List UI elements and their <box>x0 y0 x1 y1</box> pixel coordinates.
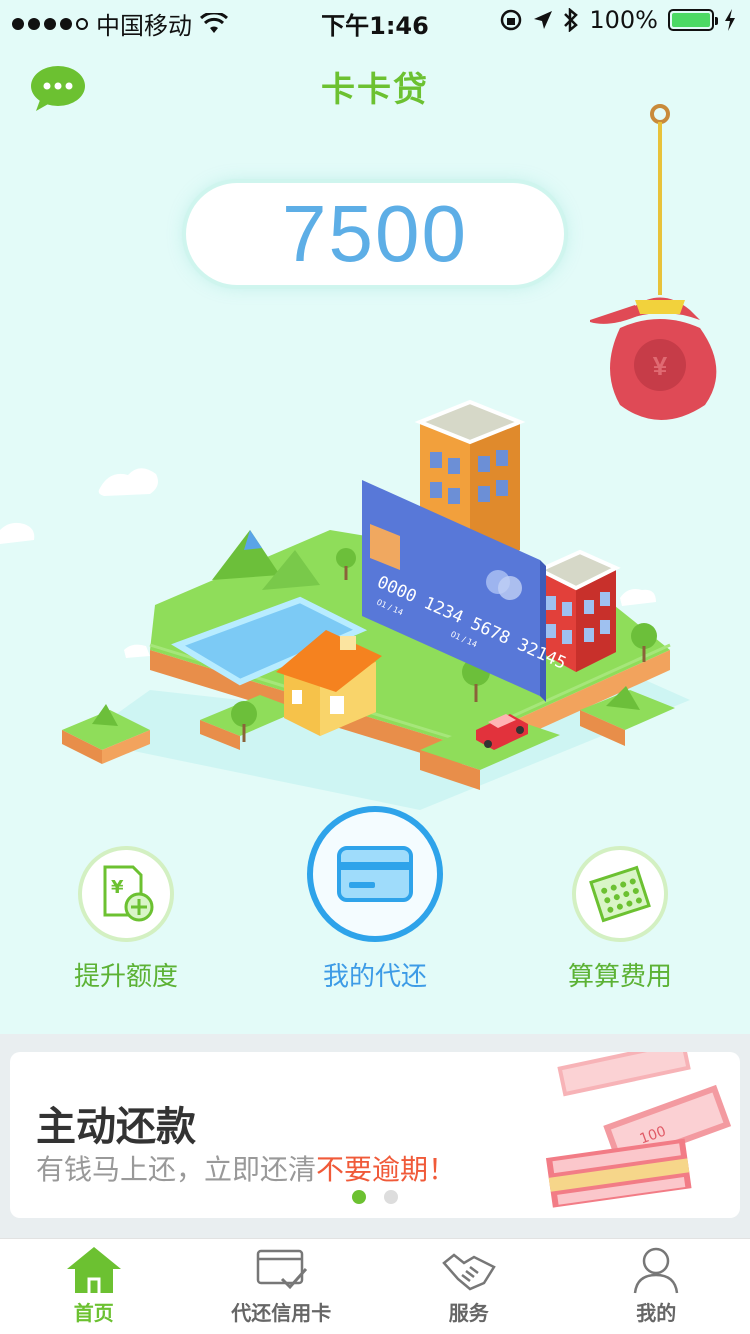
tab-repay-card[interactable]: 代还信用卡 <box>188 1239 376 1334</box>
my-repayment-button[interactable]: 我的代还 <box>275 806 475 993</box>
charging-icon <box>725 9 735 31</box>
fee-calculator-label: 算算费用 <box>567 962 672 992</box>
cloud-icon <box>98 468 158 496</box>
pagination-dot-active[interactable] <box>352 1190 366 1204</box>
handshake-icon <box>441 1253 496 1291</box>
card-check-icon <box>257 1249 308 1290</box>
location-arrow-icon <box>534 11 553 29</box>
home-icon <box>66 1247 121 1293</box>
raise-limit-icon-wrap: ¥ <box>78 846 174 942</box>
battery-icon <box>668 9 718 31</box>
credit-amount: 7500 <box>282 189 468 278</box>
pagination-dot[interactable] <box>384 1190 398 1204</box>
credit-card-icon <box>337 846 413 902</box>
cloud-icon <box>620 589 656 606</box>
person-icon <box>634 1247 679 1294</box>
banner-title: 主动还款 <box>36 1104 196 1150</box>
bluetooth-icon <box>564 8 579 32</box>
fee-calculator-icon-wrap <box>572 846 668 942</box>
banner-subtitle: 有钱马上还，立即还清不要逾期！ <box>36 1148 456 1188</box>
banner-pagination <box>0 1190 750 1204</box>
my-repayment-icon-wrap <box>307 806 443 942</box>
battery-percent: 100% <box>589 6 658 34</box>
city-card-illustration: 0000 1234 5678 32145 01 / 14 01 / 14 <box>0 399 690 810</box>
cloud-icon <box>0 522 35 544</box>
tab-service-label: 服务 <box>448 1301 489 1325</box>
cloud-icon <box>124 644 150 658</box>
orientation-lock-icon <box>501 9 522 31</box>
banner-subtitle-plain: 有钱马上还，立即还清 <box>36 1153 317 1186</box>
lucky-bag-icon[interactable]: ¥ <box>580 100 740 430</box>
fee-calculator-button[interactable]: 算算费用 <box>520 846 720 993</box>
status-bar: 中国移动 下午1:46 100% <box>0 0 750 40</box>
banner-subtitle-highlight: 不要逾期！ <box>316 1153 457 1186</box>
tab-mine-label: 我的 <box>636 1301 677 1325</box>
tab-service[interactable]: 服务 <box>375 1239 563 1334</box>
tab-home-label: 首页 <box>73 1301 114 1325</box>
bottom-tab-bar: 首页 代还信用卡 服务 我的 <box>0 1238 750 1334</box>
raise-limit-button[interactable]: ¥ 提升额度 <box>26 846 226 993</box>
svg-text:¥: ¥ <box>111 877 124 898</box>
calculator-icon <box>589 865 651 923</box>
credit-amount-display: 7500 <box>186 183 564 285</box>
tab-home[interactable]: 首页 <box>0 1239 188 1334</box>
svg-text:¥: ¥ <box>653 351 668 381</box>
tab-mine[interactable]: 我的 <box>563 1239 750 1334</box>
my-repayment-label: 我的代还 <box>322 962 427 992</box>
tab-repay-card-label: 代还信用卡 <box>231 1301 332 1325</box>
raise-limit-label: 提升额度 <box>73 962 178 992</box>
document-yuan-plus-icon: ¥ <box>103 865 154 922</box>
